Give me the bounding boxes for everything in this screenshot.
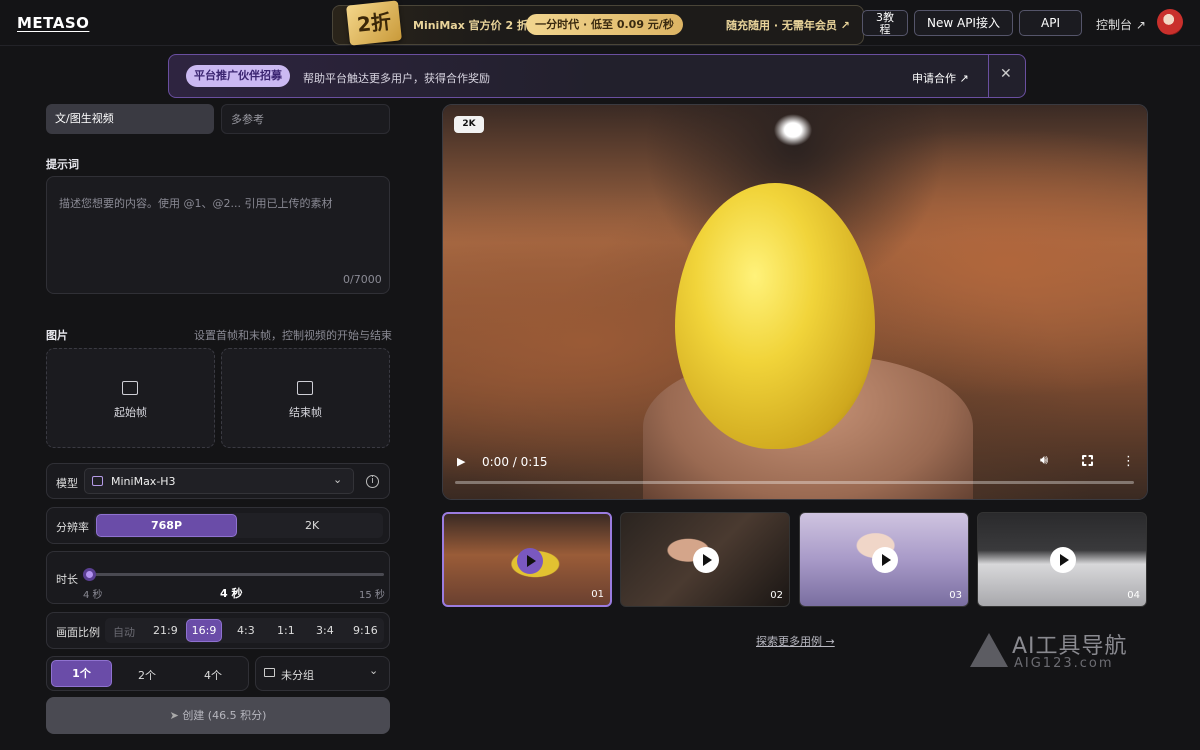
image-icon [122, 381, 138, 395]
play-icon[interactable] [517, 548, 543, 574]
ratio-option-1-1[interactable]: 1:1 [277, 624, 295, 637]
resolution-option-2k[interactable]: 2K [305, 519, 319, 532]
video-player[interactable] [442, 104, 1148, 500]
start-frame-label: 起始帧 [114, 406, 147, 419]
thumbnail-1[interactable]: 01 [442, 512, 612, 607]
banner-divider [988, 54, 989, 98]
duration-slider-handle[interactable] [83, 568, 96, 581]
video-time: 0:00 / 0:15 [482, 455, 548, 469]
play-icon[interactable] [1050, 547, 1076, 573]
promo-text: MiniMax 官方价 2 折 [413, 19, 528, 32]
thumbnail-number: 04 [1127, 590, 1140, 601]
duration-slider-track[interactable] [89, 573, 384, 576]
duration-value: 4 秒 [220, 587, 243, 600]
watermark-logo [970, 633, 1008, 667]
ratio-option-auto[interactable]: 自动 [113, 624, 135, 640]
video-frame [443, 105, 1147, 499]
tab-multi-reference[interactable]: 多参考 [221, 104, 390, 134]
model-label: 模型 [56, 477, 78, 490]
lemon-image [675, 183, 875, 449]
more-options-icon[interactable]: ⋮ [1122, 454, 1135, 469]
sky-gap [763, 105, 823, 155]
prompt-placeholder: 描述您想要的内容。使用 @1、@2... 引用已上传的素材 [59, 197, 333, 210]
image-icon [297, 381, 313, 395]
tab-text-image-video[interactable]: 文/图生视频 [46, 104, 214, 134]
partner-pill: 平台推广伙伴招募 [186, 65, 290, 87]
count-option-4[interactable]: 4个 [204, 667, 222, 683]
count-option-2[interactable]: 2个 [138, 667, 156, 683]
close-icon[interactable]: ✕ [1000, 66, 1012, 82]
thumbnail-2[interactable]: 02 [620, 512, 790, 607]
ratio-option-21-9[interactable]: 21:9 [153, 624, 178, 637]
count-option-1[interactable]: 1个 [51, 660, 112, 687]
model-value: MiniMax-H3 [111, 475, 176, 488]
end-frame-label: 结束帧 [289, 406, 322, 419]
start-frame-upload[interactable] [46, 348, 215, 448]
chevron-down-icon: ⌄ [333, 473, 343, 486]
resolution-option-768p[interactable]: 768P [96, 514, 237, 537]
create-label: 创建 (46.5 积分) [182, 709, 267, 722]
quality-badge: 2K [454, 116, 484, 133]
film-icon [92, 476, 103, 486]
end-frame-upload[interactable] [221, 348, 390, 448]
prompt-input[interactable] [46, 176, 390, 294]
promo-price-pill: 一分时代 · 低至 0.09 元/秒 [526, 14, 683, 35]
explore-more-link[interactable]: 探索更多用例 → [756, 633, 835, 649]
play-icon[interactable] [872, 547, 898, 573]
duration-max: 15 秒 [359, 590, 385, 601]
play-icon[interactable] [693, 547, 719, 573]
thumbnail-4[interactable]: 04 [977, 512, 1147, 607]
info-icon[interactable]: i [366, 475, 379, 488]
video-progress-bar[interactable] [455, 481, 1134, 484]
create-button[interactable]: ➤ 创建 (46.5 积分) [46, 697, 390, 734]
promo-badge: 2折 [346, 0, 402, 46]
thumbnail-3[interactable]: 03 [799, 512, 969, 607]
prompt-label: 提示词 [46, 158, 79, 171]
play-icon[interactable]: ▶ [457, 455, 465, 468]
watermark-url: AIG123.com [1014, 656, 1114, 671]
logo[interactable]: METASO [17, 14, 89, 32]
new-api-button[interactable]: New API接入 [914, 10, 1013, 36]
image-hint: 设置首帧和末帧，控制视频的开始与结束 [194, 329, 392, 342]
apply-partner-link[interactable]: 申请合作 ↗ [912, 70, 969, 86]
group-value: 未分组 [281, 669, 314, 682]
promo-text-secondary[interactable]: 随充随用 · 无需年会员 ↗ [726, 17, 850, 33]
api-button[interactable]: API [1019, 10, 1082, 36]
ratio-option-9-16[interactable]: 9:16 [353, 624, 378, 637]
folder-icon [264, 668, 275, 677]
aspect-ratio-label: 画面比例 [56, 626, 100, 639]
partner-banner [168, 54, 1026, 98]
send-icon: ➤ [169, 709, 183, 722]
avatar[interactable] [1157, 9, 1183, 35]
partner-text: 帮助平台触达更多用户，获得合作奖励 [303, 72, 490, 85]
ratio-option-4-3[interactable]: 4:3 [237, 624, 255, 637]
volume-icon[interactable]: 🔊︎ [1040, 453, 1048, 468]
thumbnail-number: 02 [770, 590, 783, 601]
console-link[interactable]: 控制台 ↗ [1096, 16, 1146, 33]
resolution-label: 分辨率 [56, 521, 89, 534]
thumbnail-number: 01 [591, 589, 604, 600]
prompt-char-count: 0/7000 [343, 273, 382, 286]
tutorial-button[interactable]: 3教 程 [862, 10, 908, 36]
ratio-option-3-4[interactable]: 3:4 [316, 624, 334, 637]
chevron-down-icon: ⌄ [369, 664, 379, 677]
duration-min: 4 秒 [83, 590, 103, 601]
duration-label: 时长 [56, 573, 78, 586]
thumbnail-number: 03 [949, 590, 962, 601]
image-label: 图片 [46, 329, 68, 342]
ratio-option-16-9[interactable]: 16:9 [186, 619, 222, 642]
